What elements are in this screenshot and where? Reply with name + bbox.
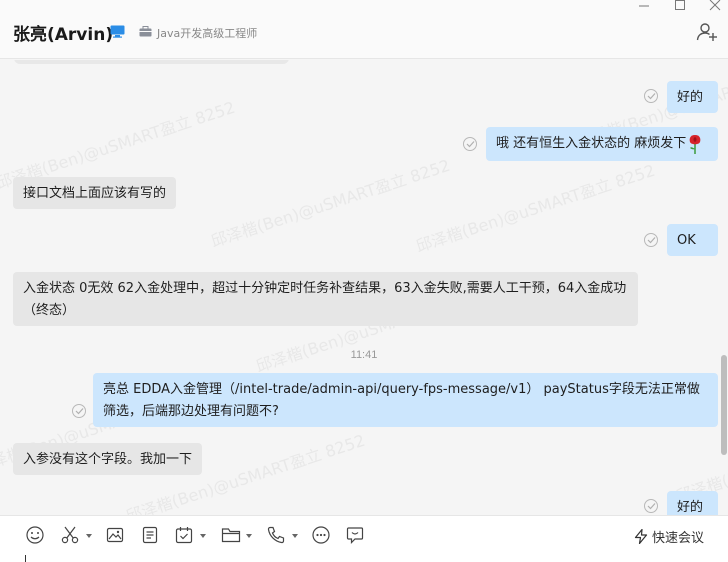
text-cursor [25, 555, 26, 562]
read-status-icon [644, 499, 658, 513]
close-icon[interactable] [708, 0, 722, 12]
device-icon [110, 25, 125, 38]
emoji-icon[interactable] [26, 526, 44, 544]
phone-icon[interactable] [267, 526, 285, 544]
more-icon[interactable] [312, 526, 330, 544]
chat-message-list[interactable]: 邱泽楷(Ben)@uSMART盈立 8252 邱泽楷(Ben)@uSMART盈立… [0, 60, 728, 515]
document-icon[interactable] [141, 526, 159, 544]
message-bubble-partial[interactable] [14, 60, 289, 64]
message-text: 接口文档上面应该有写的 [23, 186, 167, 201]
chevron-down-icon[interactable] [200, 534, 206, 538]
message-bubble[interactable]: 亮总 EDDA入金管理（/intel-trade/admin-api/query… [93, 373, 718, 427]
message-text: 亮总 EDDA入金管理（/intel-trade/admin-api/query… [103, 382, 700, 419]
briefcase-icon [139, 26, 152, 37]
message-bubble[interactable]: 入金状态 0无效 62入金处理中，超过十分钟定时任务补查结果，63入金失败,需要… [13, 272, 638, 326]
message-timestamp: 11:41 [350, 349, 378, 361]
chat-header: 张亮(Arvin) Java开发高级工程师 [0, 0, 728, 59]
add-member-icon[interactable] [696, 22, 718, 42]
maximize-icon[interactable] [673, 0, 687, 12]
rose-icon [689, 135, 701, 154]
scrollbar-thumb[interactable] [721, 355, 727, 455]
read-status-icon [463, 137, 477, 151]
message-text: 入金状态 0无效 62入金处理中，超过十分钟定时任务补查结果，63入金失败,需要… [23, 281, 627, 318]
input-toolbar: 快速会议 [0, 515, 728, 562]
read-status-icon [644, 233, 658, 247]
message-bubble[interactable]: 入参没有这个字段。我加一下 [13, 443, 202, 475]
contact-name[interactable]: 张亮(Arvin) [13, 20, 113, 45]
message-bubble[interactable]: 好的 [667, 491, 718, 515]
read-status-icon [644, 89, 658, 103]
chevron-down-icon[interactable] [246, 534, 252, 538]
message-text: 好的 [677, 90, 704, 105]
image-icon[interactable] [106, 526, 124, 544]
message-text: 入参没有这个字段。我加一下 [23, 452, 193, 467]
message-text: 好的 [677, 500, 704, 515]
message-bubble[interactable]: 接口文档上面应该有写的 [13, 177, 176, 209]
minimize-icon[interactable] [637, 0, 651, 12]
message-bubble[interactable]: 好的 [667, 81, 718, 113]
calendar-check-icon[interactable] [175, 526, 193, 544]
chat-bubble-icon[interactable] [346, 526, 364, 544]
read-status-icon [72, 404, 86, 418]
message-bubble[interactable]: OK [667, 224, 718, 256]
job-title: Java开发高级工程师 [157, 27, 258, 40]
message-text: OK [677, 233, 696, 248]
message-text: 哦 还有恒生入金状态的 麻烦发下 [496, 136, 687, 151]
chevron-down-icon[interactable] [86, 534, 92, 538]
message-bubble[interactable]: 哦 还有恒生入金状态的 麻烦发下 [486, 127, 718, 161]
quick-meeting-label: 快速会议 [652, 531, 705, 546]
chevron-down-icon[interactable] [292, 534, 298, 538]
folder-icon[interactable] [221, 526, 241, 544]
lightning-icon [634, 529, 648, 544]
scissors-icon[interactable] [61, 526, 79, 544]
